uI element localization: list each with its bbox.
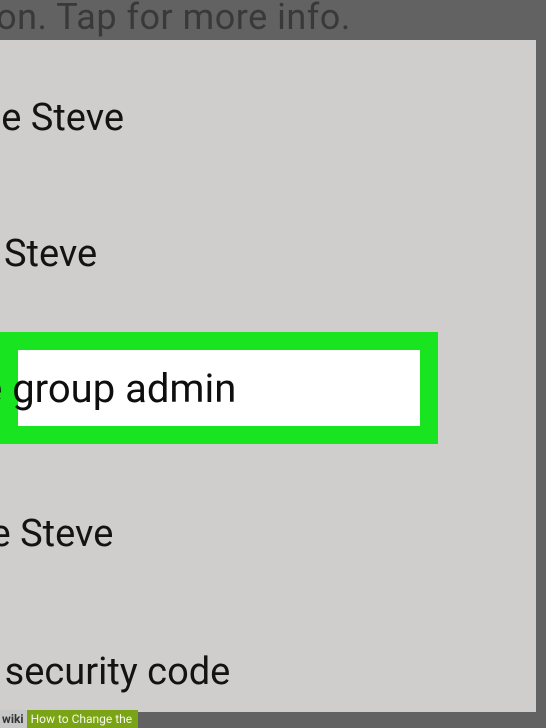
watermark-brand-prefix: wiki [2,710,24,728]
menu-item-make-group-admin[interactable]: te group admin [0,332,438,444]
menu-item-label: nove Steve [0,512,113,556]
dimmed-background-text: cryption. Tap for more info. [0,0,546,38]
wikihow-watermark: wiki How to Change the [0,710,138,728]
menu-item-label: fy security code [0,650,230,694]
menu-item-label: te group admin [0,365,236,412]
menu-item-view[interactable]: w Steve [0,230,536,278]
menu-item-label: ssage Steve [0,96,124,140]
menu-item-message[interactable]: ssage Steve [0,94,536,142]
context-menu-sheet: ssage Steve w Steve te group admin nove … [0,40,536,712]
encryption-info-text: cryption. Tap for more info. [0,0,351,38]
menu-item-remove[interactable]: nove Steve [0,510,536,558]
watermark-brand: wiki [0,710,27,728]
watermark-title: How to Change the [27,710,139,728]
menu-item-label: w Steve [0,232,97,276]
menu-item-verify-security-code[interactable]: fy security code [0,648,536,696]
